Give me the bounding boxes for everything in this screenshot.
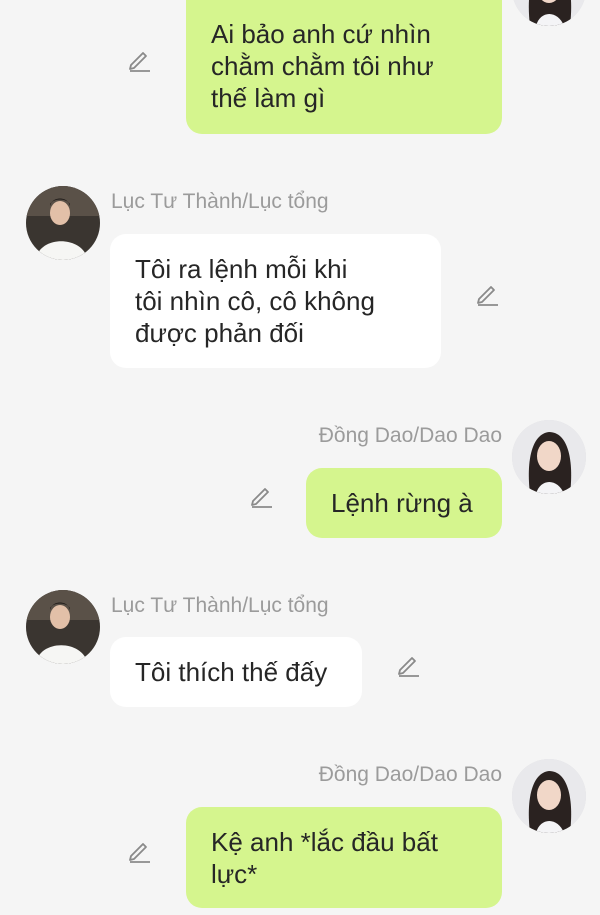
avatar-luc-tu-thanh[interactable] bbox=[26, 590, 100, 664]
sender-name: Đồng Dao/Dao Dao bbox=[318, 424, 502, 447]
edit-message-icon[interactable] bbox=[247, 481, 275, 509]
edit-message-icon[interactable] bbox=[394, 650, 422, 678]
edit-message-icon[interactable] bbox=[125, 45, 153, 73]
avatar-man-image bbox=[26, 590, 100, 664]
avatar-dong-dao[interactable] bbox=[512, 759, 586, 833]
sender-name: Đồng Dao/Dao Dao bbox=[318, 763, 502, 786]
avatar-woman-image bbox=[512, 420, 586, 494]
message-bubble-other[interactable]: Tôi thích thế đấy bbox=[110, 637, 362, 707]
message-bubble-other[interactable]: Tôi ra lệnh mỗi khi tôi nhìn cô, cô khôn… bbox=[110, 234, 441, 368]
avatar-dong-dao[interactable] bbox=[512, 420, 586, 494]
avatar-luc-tu-thanh[interactable] bbox=[26, 186, 100, 260]
message-bubble-self[interactable]: Ai bảo anh cứ nhìn chằm chằm tôi như thế… bbox=[186, 0, 502, 134]
sender-name: Lục Tư Thành/Lục tổng bbox=[111, 594, 329, 617]
avatar-dong-dao[interactable] bbox=[512, 0, 586, 26]
sender-name: Lục Tư Thành/Lục tổng bbox=[111, 190, 329, 213]
avatar-woman-image bbox=[512, 759, 586, 833]
edit-message-icon[interactable] bbox=[125, 836, 153, 864]
message-bubble-self[interactable]: Lệnh rừng à bbox=[306, 468, 502, 538]
avatar-man-image bbox=[26, 186, 100, 260]
message-bubble-self[interactable]: Kệ anh *lắc đầu bất lực* bbox=[186, 807, 502, 908]
avatar-woman-image bbox=[512, 0, 586, 26]
edit-message-icon[interactable] bbox=[473, 279, 501, 307]
